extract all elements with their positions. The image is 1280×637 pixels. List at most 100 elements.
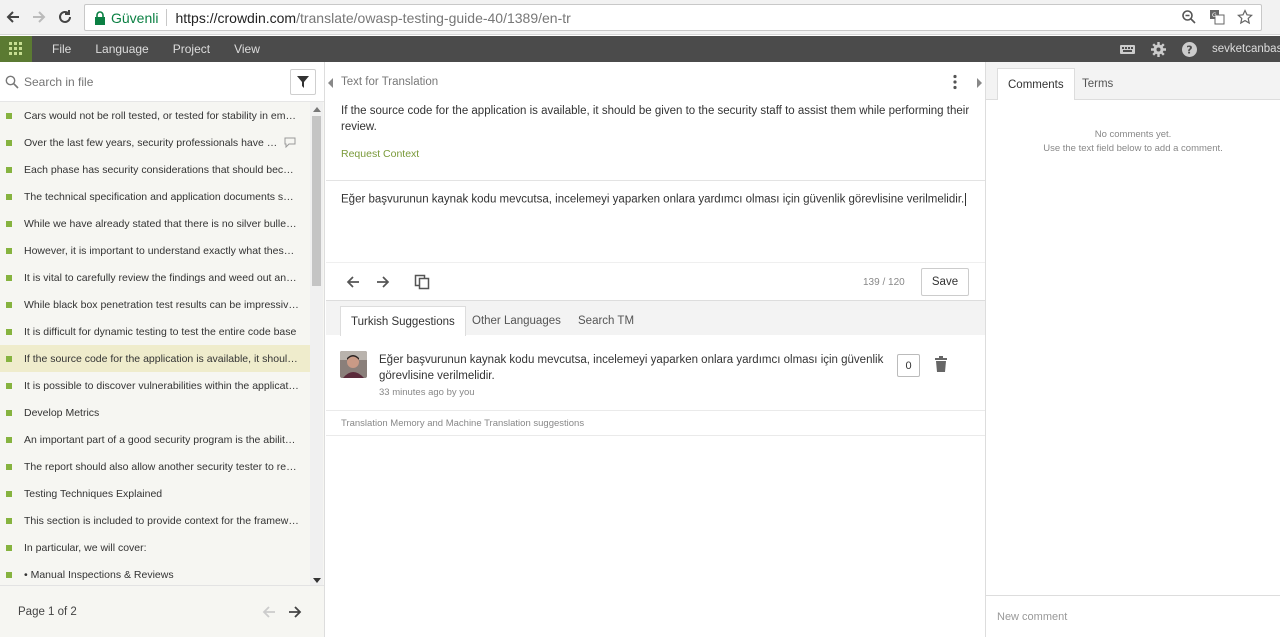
- source-text: If the source code for the application i…: [341, 105, 970, 133]
- tab-turkish-suggestions[interactable]: Turkish Suggestions: [340, 306, 466, 336]
- list-item[interactable]: The technical specification and applicat…: [0, 183, 310, 210]
- suggestion-item[interactable]: Eğer başvurunun kaynak kodu mevcutsa, in…: [326, 335, 985, 411]
- url-host: https://crowdin.com: [175, 9, 297, 26]
- list-item-text: Testing Techniques Explained: [24, 487, 163, 500]
- arrow-right-icon[interactable]: [375, 274, 391, 290]
- comments-panel: Comments Terms No comments yet. Use the …: [985, 62, 1280, 637]
- search-input[interactable]: [24, 74, 269, 89]
- list-item[interactable]: It is possible to discover vulnerabiliti…: [0, 372, 310, 399]
- list-item[interactable]: Each phase has security considerations t…: [0, 156, 310, 183]
- list-item[interactable]: It is difficult for dynamic testing to t…: [0, 318, 310, 345]
- url-path: /translate/owasp-testing-guide-40/1389/e…: [296, 9, 571, 26]
- star-icon[interactable]: [1237, 9, 1253, 25]
- keyboard-icon[interactable]: [1119, 41, 1136, 58]
- tab-other-languages[interactable]: Other Languages: [462, 306, 571, 336]
- translated-status-dot: [6, 517, 12, 524]
- suggestion-text: Eğer başvurunun kaynak kodu mevcutsa, in…: [379, 354, 884, 382]
- address-divider: [166, 9, 168, 26]
- list-item[interactable]: The report should also allow another sec…: [0, 453, 310, 480]
- text-cursor: [965, 193, 967, 206]
- filter-icon: [297, 76, 309, 88]
- list-item[interactable]: It is vital to carefully review the find…: [0, 264, 310, 291]
- translated-status-dot: [6, 112, 12, 119]
- previous-page-icon[interactable]: [261, 604, 277, 620]
- scroll-thumb[interactable]: [312, 116, 321, 286]
- trash-icon[interactable]: [934, 356, 948, 372]
- address-bar[interactable]: Güvenli https://crowdin.com/translate/ow…: [84, 4, 1262, 31]
- forward-icon[interactable]: [26, 4, 52, 30]
- copy-source-icon[interactable]: [414, 274, 430, 290]
- translated-status-dot: [6, 220, 12, 227]
- zoom-icon[interactable]: [1181, 9, 1197, 25]
- list-item[interactable]: While black box penetration test results…: [0, 291, 310, 318]
- reload-icon[interactable]: [52, 4, 78, 30]
- help-icon[interactable]: ?: [1181, 41, 1198, 58]
- translation-toolbar: 139 / 120 Save: [326, 262, 985, 300]
- back-icon[interactable]: [0, 4, 26, 30]
- collapse-left-icon[interactable]: [328, 78, 334, 88]
- menu-file[interactable]: File: [52, 42, 71, 56]
- more-options-icon[interactable]: [950, 74, 960, 90]
- source-header-label: Text for Translation: [341, 76, 439, 88]
- list-item-text: However, it is important to understand e…: [24, 244, 299, 257]
- list-item-text: Over the last few years, security profes…: [24, 136, 282, 149]
- translated-status-dot: [6, 463, 12, 470]
- lock-icon: [95, 10, 105, 25]
- comments-tabs: Comments Terms: [986, 62, 1280, 100]
- list-item-active[interactable]: If the source code for the application i…: [0, 345, 310, 372]
- collapse-right-icon[interactable]: [976, 78, 982, 88]
- menu-language[interactable]: Language: [95, 42, 148, 56]
- list-item-text: It is vital to carefully review the find…: [24, 271, 299, 284]
- gear-icon[interactable]: [1150, 41, 1167, 58]
- list-item-text: This section is included to provide cont…: [24, 514, 299, 527]
- list-item-text: • Manual Inspections & Reviews: [24, 568, 174, 581]
- list-item[interactable]: An important part of a good security pro…: [0, 426, 310, 453]
- tab-search-tm[interactable]: Search TM: [568, 306, 644, 336]
- editor-panel: Text for Translation If the source code …: [326, 62, 985, 637]
- translated-status-dot: [6, 193, 12, 200]
- tm-mt-label: Translation Memory and Machine Translati…: [326, 411, 985, 436]
- list-scrollbar[interactable]: [310, 102, 323, 586]
- strings-panel: Cars would not be roll tested, or tested…: [0, 62, 325, 637]
- new-comment-field[interactable]: New comment: [986, 595, 1280, 637]
- no-comments-line-2: Use the text field below to add a commen…: [1043, 143, 1223, 154]
- list-item[interactable]: In particular, we will cover:: [0, 534, 310, 561]
- next-page-icon[interactable]: [287, 604, 303, 620]
- list-item[interactable]: Cars would not be roll tested, or tested…: [0, 102, 310, 129]
- menu-view[interactable]: View: [234, 42, 260, 56]
- list-item-text: It is difficult for dynamic testing to t…: [24, 325, 297, 338]
- list-item[interactable]: • Manual Inspections & Reviews: [0, 561, 310, 582]
- translated-status-dot: [6, 139, 12, 146]
- arrow-left-icon[interactable]: [345, 274, 361, 290]
- empty-comments-message: No comments yet. Use the text field belo…: [986, 128, 1280, 156]
- list-item-text: In particular, we will cover:: [24, 541, 147, 554]
- source-header: Text for Translation: [326, 62, 985, 102]
- list-item[interactable]: This section is included to provide cont…: [0, 507, 310, 534]
- translated-status-dot: [6, 274, 12, 281]
- apps-grid-icon[interactable]: [0, 36, 32, 62]
- translated-status-dot: [6, 247, 12, 254]
- translate-icon[interactable]: G: [1209, 9, 1225, 25]
- list-item-text: Each phase has security considerations t…: [24, 163, 299, 176]
- translation-text: Eğer başvurunun kaynak kodu mevcutsa, in…: [341, 193, 965, 206]
- vote-count[interactable]: 0: [897, 354, 920, 377]
- search-icon: [5, 75, 19, 89]
- list-item-text: While we have already stated that there …: [24, 217, 299, 230]
- scroll-up-icon[interactable]: [313, 107, 321, 112]
- save-button[interactable]: Save: [921, 268, 969, 296]
- list-item[interactable]: While we have already stated that there …: [0, 210, 310, 237]
- list-item[interactable]: However, it is important to understand e…: [0, 237, 310, 264]
- translated-status-dot: [6, 328, 12, 335]
- list-item[interactable]: Over the last few years, security profes…: [0, 129, 310, 156]
- list-item[interactable]: Testing Techniques Explained: [0, 480, 310, 507]
- tab-comments[interactable]: Comments: [997, 68, 1075, 100]
- translation-textarea[interactable]: Eğer başvurunun kaynak kodu mevcutsa, in…: [326, 180, 985, 262]
- tab-terms[interactable]: Terms: [1072, 68, 1123, 100]
- list-item-text: If the source code for the application i…: [24, 352, 299, 365]
- list-item[interactable]: Develop Metrics: [0, 399, 310, 426]
- username[interactable]: sevketcanbas: [1212, 43, 1280, 55]
- request-context-link[interactable]: Request Context: [326, 148, 985, 160]
- filter-button[interactable]: [290, 69, 316, 95]
- menu-project[interactable]: Project: [173, 42, 210, 56]
- scroll-down-icon[interactable]: [313, 578, 321, 583]
